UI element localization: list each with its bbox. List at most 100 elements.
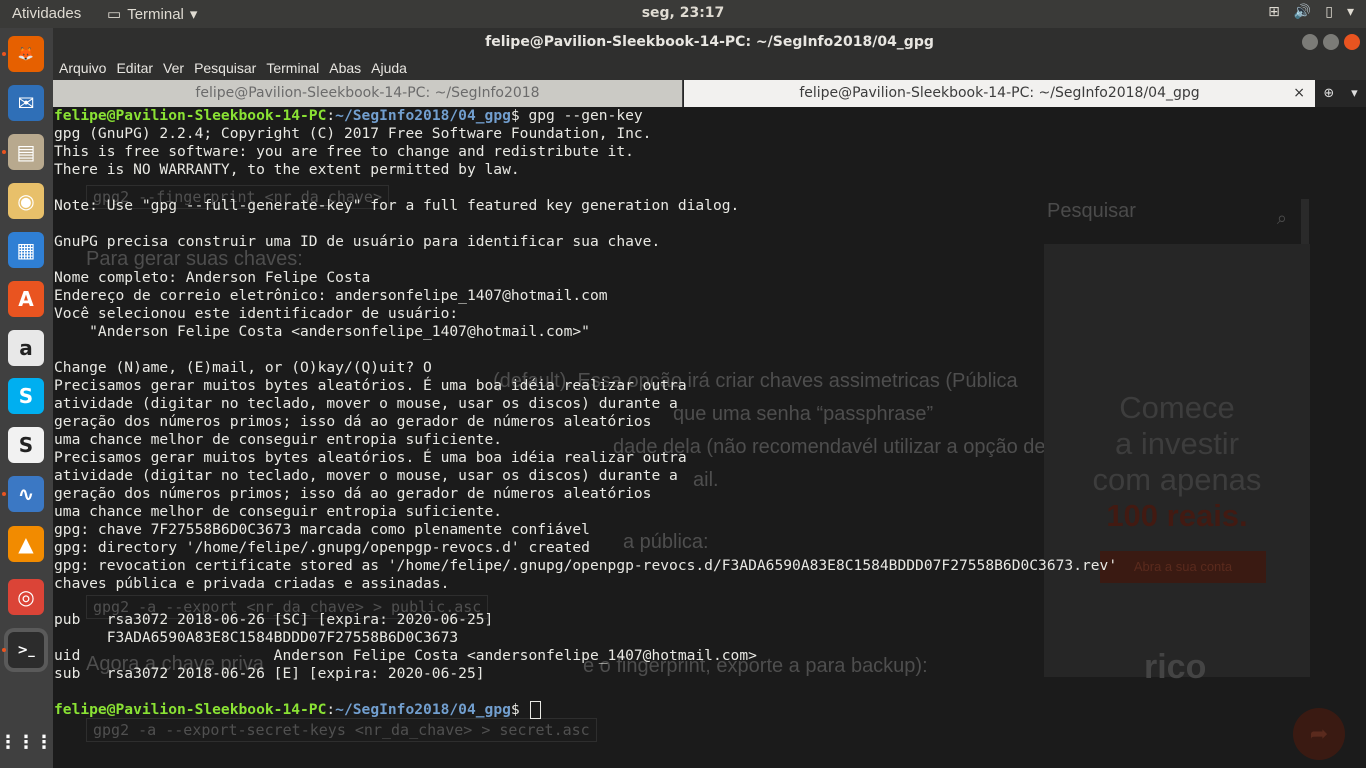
activities-button[interactable]: Atividades (12, 5, 81, 22)
chevron-down-icon[interactable]: ▾ (1347, 4, 1354, 20)
close-icon[interactable] (1344, 34, 1360, 50)
typed-command: gpg --gen-key (528, 107, 643, 124)
output-line: Precisamos gerar muitos bytes aleatórios… (54, 449, 687, 466)
top-panel: Atividades ▭ Terminal ▾ seg, 23:17 ⊞ 🔊 ▯… (0, 0, 1366, 28)
minimize-icon[interactable] (1302, 34, 1318, 50)
tab-label: felipe@Pavilion-Sleekbook-14-PC: ~/SegIn… (195, 85, 540, 101)
rhythmbox-icon[interactable]: ◉ (8, 183, 44, 219)
output-line: gpg (GnuPG) 2.2.4; Copyright (C) 2017 Fr… (54, 125, 652, 142)
output-line: GnuPG precisa construir uma ID de usuári… (54, 233, 661, 250)
output-line: Endereço de correio eletrônico: anderson… (54, 287, 608, 304)
output-line: atividade (digitar no teclado, mover o m… (54, 395, 678, 412)
output-line: gpg: directory '/home/felipe/.gnupg/open… (54, 539, 590, 556)
output-line: Precisamos gerar muitos bytes aleatórios… (54, 377, 687, 394)
output-line: pub rsa3072 2018-06-26 [SC] [expira: 202… (54, 611, 494, 628)
ad-button: Abra a sua conta (1100, 551, 1266, 583)
output-line: geração dos números primos; isso dá ao g… (54, 413, 652, 430)
system-tray[interactable]: ⊞ 🔊 ▯ ▾ (1268, 4, 1354, 20)
firefox-icon[interactable]: 🦊 (8, 36, 44, 72)
system-monitor-icon[interactable]: ∿ (8, 476, 44, 512)
output-line: uid Anderson Felipe Costa <andersonfelip… (54, 647, 757, 664)
output-line: F3ADA6590A83E8C1584BDDD07F27558B6D0C3673 (54, 629, 459, 646)
export-secret-command: gpg2 -a --export-secret-keys <nr_da_chav… (86, 718, 597, 742)
output-line: Você selecionou este identificador de us… (54, 305, 459, 322)
clock[interactable]: seg, 23:17 (0, 5, 1366, 21)
menu-pesquisar[interactable]: Pesquisar (194, 60, 256, 76)
output-line: There is NO WARRANTY, to the extent perm… (54, 161, 520, 178)
terminal-small-icon: ▭ (107, 6, 122, 23)
output-line: uma chance melhor de conseguir entropia … (54, 431, 503, 448)
amazon-icon[interactable]: a (8, 330, 44, 366)
volume-icon[interactable]: 🔊 (1294, 4, 1311, 20)
menu-ver[interactable]: Ver (163, 60, 184, 76)
output-line: Nome completo: Anderson Felipe Costa (54, 269, 371, 286)
menu-arquivo[interactable]: Arquivo (59, 60, 106, 76)
show-applications-icon[interactable]: ⋮⋮⋮ (0, 724, 53, 760)
menu-bar: Arquivo Editar Ver Pesquisar Terminal Abas Aju… (53, 56, 1366, 80)
ad-logo: rico (1144, 648, 1207, 686)
menu-editar[interactable]: Editar (116, 60, 153, 76)
current-prompt-line[interactable]: felipe@Pavilion-Sleekbook-14-PC:~/SegInf… (54, 701, 1117, 719)
output-line: "Anderson Felipe Costa <andersonfelipe_1… (54, 323, 590, 340)
output-line: sub rsa3072 2018-06-26 [E] [expira: 2020… (54, 665, 485, 682)
output-line: atividade (digitar no teclado, mover o m… (54, 467, 678, 484)
tab-bar: felipe@Pavilion-Sleekbook-14-PC: ~/SegIn… (53, 80, 1366, 107)
software-center-icon[interactable]: A (8, 281, 44, 317)
window-titlebar[interactable]: felipe@Pavilion-Sleekbook-14-PC: ~/SegIn… (53, 28, 1366, 56)
running-indicator (2, 492, 6, 496)
skype-icon[interactable]: S (8, 378, 44, 414)
maximize-icon[interactable] (1323, 34, 1339, 50)
terminal-output: felipe@Pavilion-Sleekbook-14-PC:~/SegInf… (54, 107, 1117, 719)
text-cursor (530, 701, 542, 719)
prompt-path: ~/SegInfo2018/04_gpg (335, 701, 511, 718)
terminal-icon[interactable]: >_ (8, 632, 44, 668)
files-icon[interactable]: ▤ (8, 134, 44, 170)
output-line: Change (N)ame, (E)mail, or (O)kay/(Q)uit… (54, 359, 432, 376)
running-indicator (2, 648, 6, 652)
tab-label: felipe@Pavilion-Sleekbook-14-PC: ~/SegIn… (799, 85, 1200, 101)
running-indicator (2, 150, 6, 154)
running-indicator (2, 52, 6, 56)
tab-04-gpg[interactable]: felipe@Pavilion-Sleekbook-14-PC: ~/SegIn… (684, 80, 1315, 107)
writer-icon[interactable]: ▦ (8, 232, 44, 268)
launcher-dock: 🦊 ✉ ▤ ◉ ▦ Aa S S ∿ ▲ ◎ >_ ⋮⋮⋮ (0, 28, 53, 768)
prompt-user: felipe@Pavilion-Sleekbook-14-PC (54, 107, 327, 124)
thunderbird-icon[interactable]: ✉ (8, 85, 44, 121)
terminal-area[interactable]: gpg2 --fingerprint <nr_da_chave> Para ge… (53, 107, 1366, 768)
output-line: gpg: chave 7F27558B6D0C3673 marcada como… (54, 521, 590, 538)
share-icon: ➦ (1293, 708, 1345, 760)
terminal-window: felipe@Pavilion-Sleekbook-14-PC: ~/SegIn… (53, 28, 1366, 768)
menu-abas[interactable]: Abas (329, 60, 361, 76)
tab-seginfo2018[interactable]: felipe@Pavilion-Sleekbook-14-PC: ~/SegIn… (53, 80, 683, 107)
chrome-icon[interactable]: ◎ (8, 579, 44, 615)
command-line: felipe@Pavilion-Sleekbook-14-PC:~/SegInf… (54, 107, 643, 124)
battery-icon[interactable]: ▯ (1325, 4, 1333, 20)
output-line: gpg: revocation certificate stored as '/… (54, 557, 1118, 574)
menu-ajuda[interactable]: Ajuda (371, 60, 407, 76)
tab-menu-icon[interactable]: ▾ (1351, 86, 1358, 101)
network-icon[interactable]: ⊞ (1268, 4, 1280, 20)
output-line: This is free software: you are free to c… (54, 143, 634, 160)
output-line: uma chance melhor de conseguir entropia … (54, 503, 503, 520)
prompt-path: ~/SegInfo2018/04_gpg (335, 107, 511, 124)
app-menu-label: Terminal (127, 5, 184, 23)
search-icon: ⌕ (1276, 208, 1287, 228)
output-line: geração dos números primos; isso dá ao g… (54, 485, 652, 502)
new-tab-icon[interactable]: ⊕ (1323, 86, 1334, 101)
chevron-down-icon: ▾ (189, 6, 198, 23)
output-line: chaves pública e privada criadas e assin… (54, 575, 450, 592)
app-menu[interactable]: ▭ Terminal ▾ (107, 5, 198, 24)
output-line: Note: Use "gpg --full-generate-key" for … (54, 197, 740, 214)
close-tab-icon[interactable]: × (1293, 80, 1305, 107)
vlc-icon[interactable]: ▲ (8, 526, 44, 562)
slack-icon[interactable]: S (8, 427, 44, 463)
menu-terminal[interactable]: Terminal (266, 60, 319, 76)
window-title: felipe@Pavilion-Sleekbook-14-PC: ~/SegIn… (485, 34, 934, 50)
prompt-user: felipe@Pavilion-Sleekbook-14-PC (54, 701, 327, 718)
